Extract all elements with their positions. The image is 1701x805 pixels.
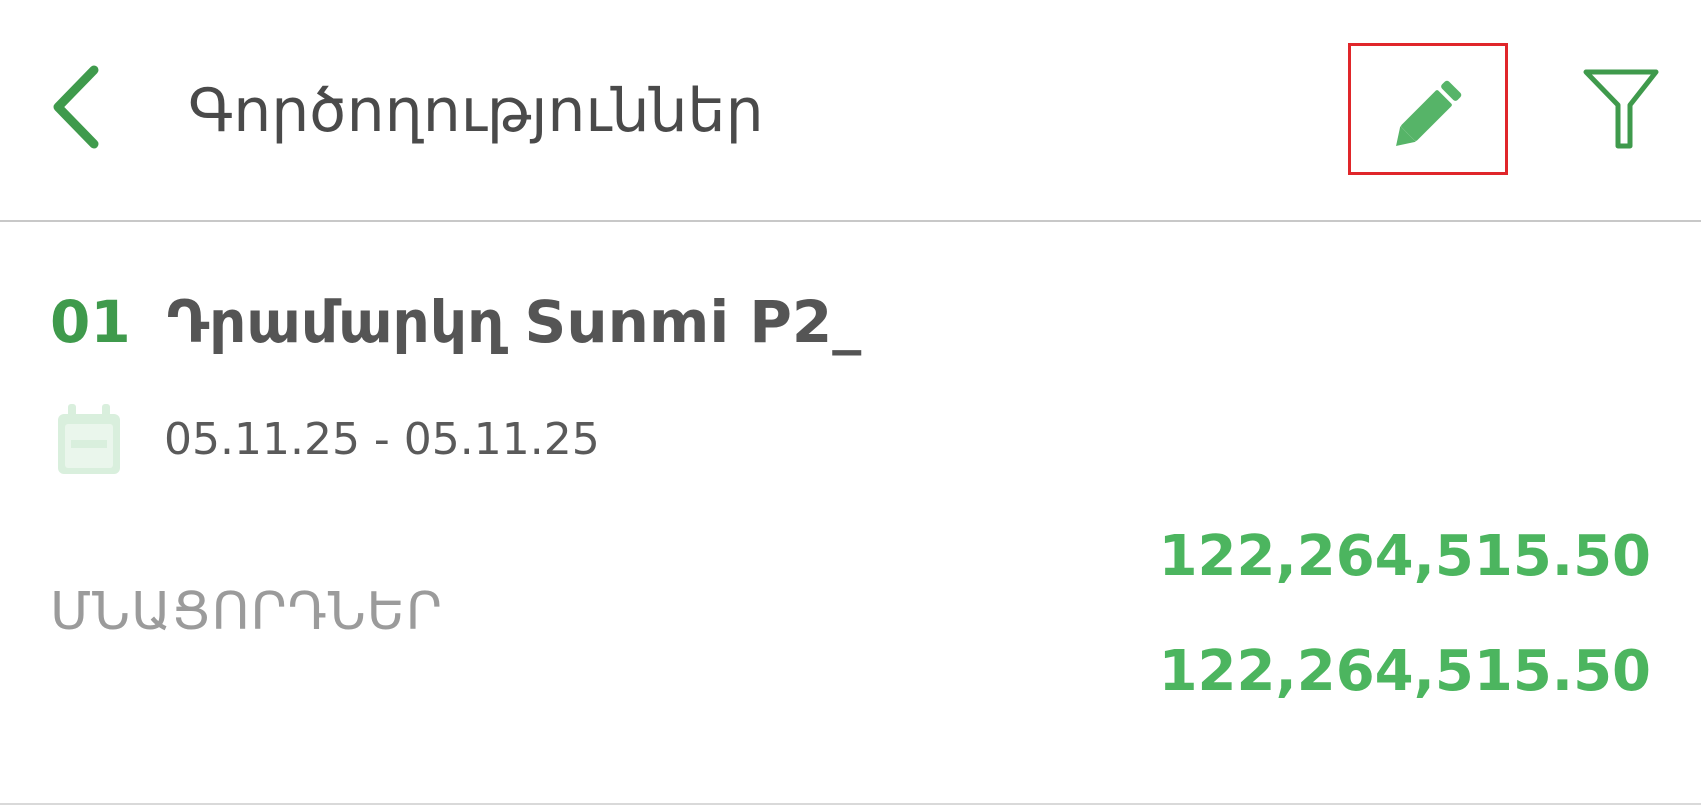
back-button[interactable]	[44, 60, 124, 155]
calendar-icon	[58, 404, 120, 474]
chevron-left-icon	[53, 65, 99, 149]
app-header: Գործողություններ	[0, 0, 1701, 222]
register-title: 01 Դրամարկղ Sunmi P2_	[50, 284, 861, 360]
register-code: 01	[50, 288, 131, 356]
balances-label: ՄՆԱՑՈՐԴՆԵՐ	[50, 582, 443, 642]
register-card[interactable]: 01 Դրամարկղ Sunmi P2_ 05.11.25 - 05.11.25…	[0, 222, 1701, 805]
register-name: Դրամարկղ Sunmi P2_	[166, 288, 862, 356]
operations-screen: Գործողություններ 01 Դրամարկղ Sunmi P2_ 0…	[0, 0, 1701, 805]
filter-button[interactable]	[1578, 60, 1668, 160]
pencil-icon	[1396, 80, 1462, 146]
page-title: Գործողություններ	[188, 76, 764, 146]
balance-amount-primary: 122,264,515.50	[1158, 524, 1651, 589]
edit-button[interactable]	[1348, 43, 1508, 175]
balance-amount-secondary: 122,264,515.50	[1158, 639, 1651, 704]
filter-icon	[1583, 69, 1659, 149]
date-range: 05.11.25 - 05.11.25	[164, 414, 600, 465]
